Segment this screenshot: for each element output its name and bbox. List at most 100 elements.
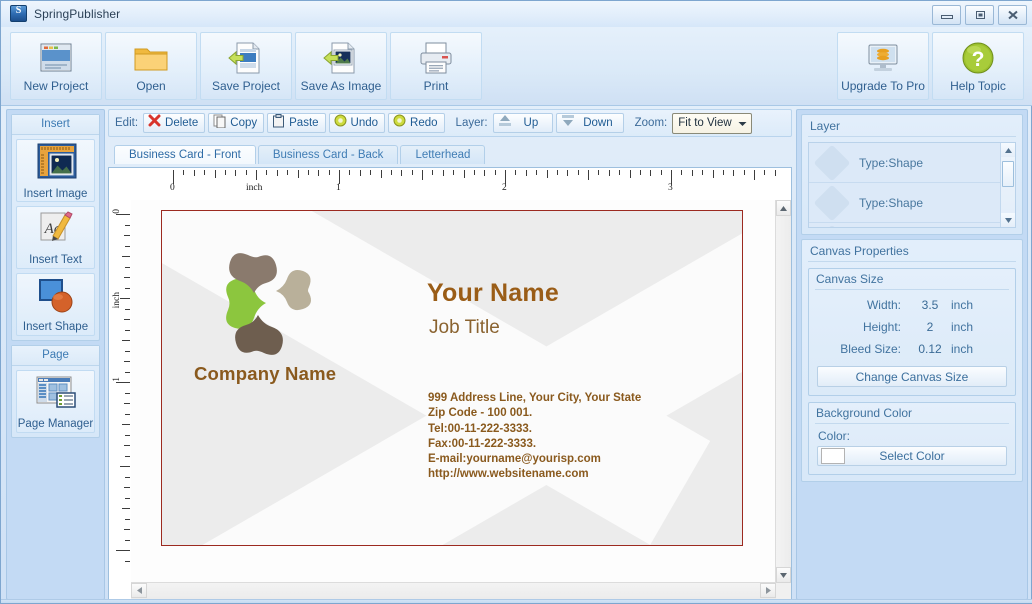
ruler-unit-horizontal: inch xyxy=(246,183,262,193)
print-button[interactable]: Print xyxy=(390,32,482,100)
redo-button[interactable]: Redo xyxy=(388,113,445,133)
page-panel-title: Page xyxy=(12,346,99,366)
left-sidebar: Insert xyxy=(6,109,105,600)
save-as-image-button[interactable]: Save As Image xyxy=(295,32,387,100)
insert-shape-label: Insert Shape xyxy=(23,321,88,333)
upgrade-to-pro-button[interactable]: Upgrade To Pro xyxy=(837,32,929,100)
horizontal-ruler: 0123 inch xyxy=(131,168,776,200)
insert-shape-icon xyxy=(34,277,78,320)
save-project-icon xyxy=(227,39,265,77)
layer-scrollbar-thumb[interactable] xyxy=(1002,161,1014,187)
page-panel: Page xyxy=(11,345,100,438)
application-window: SpringPublisher xyxy=(0,0,1032,604)
insert-image-button[interactable]: Insert Image xyxy=(16,139,95,202)
save-as-image-label: Save As Image xyxy=(301,79,382,93)
redo-label: Redo xyxy=(410,117,438,129)
window-title: SpringPublisher xyxy=(34,7,120,21)
save-project-button[interactable]: Save Project xyxy=(200,32,292,100)
layer-scroll-up-arrow-icon[interactable] xyxy=(1001,143,1015,157)
canvas-horizontal-scrollbar[interactable] xyxy=(131,582,776,599)
layer-up-button[interactable]: Up xyxy=(493,113,554,133)
ribbon-secondary-actions: Upgrade To Pro ? Help Topic xyxy=(837,32,1024,100)
canvas-width-label: Width: xyxy=(809,298,909,312)
layer-list-item[interactable]: Type:Shape xyxy=(809,183,1015,223)
insert-text-icon: Aa xyxy=(34,210,78,253)
canvas-height-value[interactable]: 2 xyxy=(909,320,951,334)
help-topic-label: Help Topic xyxy=(950,79,1006,93)
layer-panel-divider xyxy=(808,136,1016,137)
print-label: Print xyxy=(424,79,449,93)
canvas-bleed-value[interactable]: 0.12 xyxy=(909,342,951,356)
title-bar: SpringPublisher xyxy=(1,1,1032,28)
canvas-area: 0123 inch 01 inch xyxy=(108,167,792,600)
business-card-canvas[interactable]: Company Name Your Name Job Title 999 Add… xyxy=(161,210,743,546)
scroll-down-arrow-icon[interactable] xyxy=(776,567,791,583)
layer-panel: Layer Type:Shape Type:Shape Type:Shape xyxy=(801,114,1023,235)
canvas-bleed-row: Bleed Size: 0.12 inch xyxy=(809,338,1015,360)
edit-label: Edit: xyxy=(115,117,138,129)
printer-icon xyxy=(417,39,455,77)
window-controls xyxy=(932,5,1027,25)
canvas-vertical-scrollbar[interactable] xyxy=(775,200,791,583)
diamond-shape-icon xyxy=(814,144,851,181)
delete-button[interactable]: Delete xyxy=(143,113,205,133)
page-tabs: Business Card - Front Business Card - Ba… xyxy=(114,145,487,164)
change-canvas-size-button[interactable]: Change Canvas Size xyxy=(817,366,1007,387)
restore-icon[interactable] xyxy=(965,5,994,25)
insert-text-button[interactable]: Aa Insert Text xyxy=(16,206,95,269)
card-person-name[interactable]: Your Name xyxy=(427,279,559,308)
select-color-label: Select Color xyxy=(818,449,1006,463)
canvas-width-value[interactable]: 3.5 xyxy=(909,298,951,312)
canvas-stage[interactable]: Company Name Your Name Job Title 999 Add… xyxy=(131,200,776,583)
card-address-block[interactable]: 999 Address Line, Your City, Your State … xyxy=(428,391,641,483)
layer-down-label: Down xyxy=(579,117,616,129)
card-job-title[interactable]: Job Title xyxy=(429,317,500,339)
page-manager-button[interactable]: Page Manager xyxy=(16,370,95,433)
layer-scroll-down-arrow-icon[interactable] xyxy=(1001,213,1015,227)
scroll-left-arrow-icon[interactable] xyxy=(131,583,147,598)
scroll-up-arrow-icon[interactable] xyxy=(776,200,791,216)
vertical-ruler: 01 inch xyxy=(109,200,131,583)
tab-business-card-front[interactable]: Business Card - Front xyxy=(114,145,256,164)
zoom-select[interactable]: Fit to View xyxy=(672,113,752,134)
insert-image-icon xyxy=(34,142,78,187)
paste-button[interactable]: Paste xyxy=(267,113,325,133)
clipboard-icon xyxy=(272,114,285,133)
minimize-icon[interactable] xyxy=(932,5,961,25)
canvas-bleed-label: Bleed Size: xyxy=(809,342,909,356)
upgrade-monitor-coins-icon xyxy=(864,39,902,77)
status-bar xyxy=(1,599,1032,603)
main-ribbon-toolbar: New Project Open xyxy=(1,27,1032,106)
layer-panel-title: Layer xyxy=(802,115,1022,136)
undo-button[interactable]: Undo xyxy=(329,113,386,133)
tab-letterhead[interactable]: Letterhead xyxy=(400,145,485,164)
canvas-height-row: Height: 2 inch xyxy=(809,316,1015,338)
layer-down-button[interactable]: Down xyxy=(556,113,623,133)
edit-toolbar: Edit: Delete Copy Paste Undo xyxy=(108,109,792,137)
right-panel: Layer Type:Shape Type:Shape Type:Shape xyxy=(796,109,1028,600)
scrollbar-corner xyxy=(776,583,791,599)
card-company-name[interactable]: Company Name xyxy=(194,363,336,385)
canvas-properties-panel: Canvas Properties Canvas Size Width: 3.5… xyxy=(801,239,1023,482)
insert-panel-body: Insert Image Aa Insert Text xyxy=(12,135,99,340)
new-project-button[interactable]: New Project xyxy=(10,32,102,100)
layer-list[interactable]: Type:Shape Type:Shape Type:Shape xyxy=(808,142,1016,228)
open-button[interactable]: Open xyxy=(105,32,197,100)
arrow-up-icon xyxy=(498,114,512,132)
layer-list-item[interactable]: Type:Shape xyxy=(809,143,1015,183)
copy-button[interactable]: Copy xyxy=(208,113,264,133)
help-topic-button[interactable]: ? Help Topic xyxy=(932,32,1024,100)
layer-list-item[interactable]: Type:Shape xyxy=(809,223,1015,228)
insert-shape-button[interactable]: Insert Shape xyxy=(16,273,95,336)
diamond-shape-icon xyxy=(814,224,851,228)
delete-label: Delete xyxy=(165,117,198,129)
close-icon[interactable] xyxy=(998,5,1027,25)
page-panel-body: Page Manager xyxy=(12,366,99,437)
select-color-button[interactable]: Select Color xyxy=(817,446,1007,466)
change-canvas-size-label: Change Canvas Size xyxy=(856,370,969,384)
canvas-properties-divider xyxy=(808,261,1016,262)
page-manager-label: Page Manager xyxy=(18,418,93,430)
scroll-right-arrow-icon[interactable] xyxy=(760,583,776,598)
tab-business-card-back[interactable]: Business Card - Back xyxy=(258,145,399,164)
layer-list-scrollbar[interactable] xyxy=(1000,143,1015,227)
